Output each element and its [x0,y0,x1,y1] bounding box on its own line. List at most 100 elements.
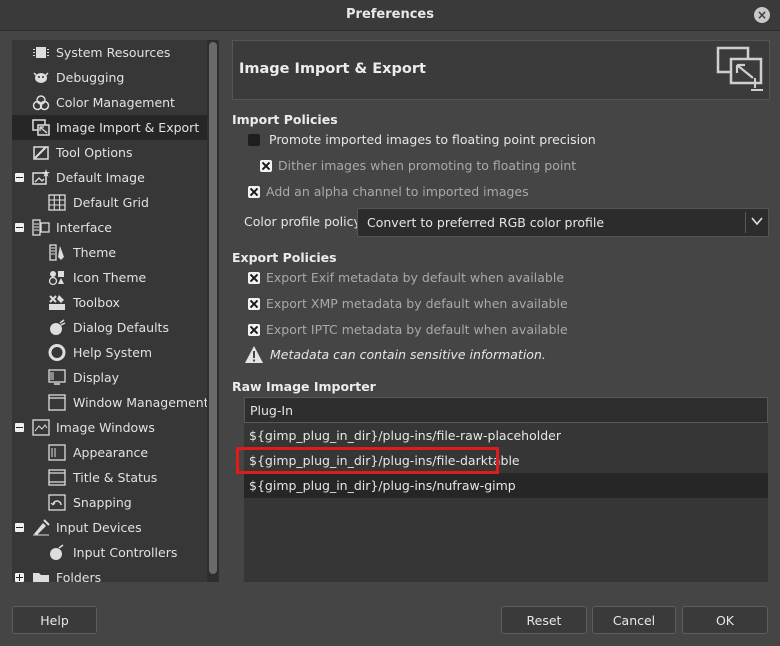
promote-float-checkbox[interactable] [248,134,260,146]
close-icon[interactable]: × [754,7,770,23]
raw-importer-title: Raw Image Importer [232,379,376,394]
sidebar-item-debugging[interactable]: Debugging [12,65,207,90]
import-export-icon [716,46,763,91]
expand-icon[interactable] [15,573,24,582]
sidebar-item-default-image[interactable]: Default Image [12,165,207,190]
export-xmp-checkbox[interactable] [248,298,260,310]
import-export-icon [32,119,50,136]
sidebar-item-interface[interactable]: Interface [12,215,207,240]
sidebar-item-system-resources[interactable]: System Resources [12,40,207,65]
sidebar-item-default-grid[interactable]: Default Grid [12,190,207,215]
sidebar-item-label: Image Windows [56,420,155,435]
export-iptc-label: Export IPTC metadata by default when ava… [266,322,568,337]
color-circles-icon [32,95,50,111]
sidebar-item-label: Toolbox [73,295,120,310]
sidebar-item-theme[interactable]: Theme [12,240,207,265]
sidebar-item-label: System Resources [56,45,171,60]
sidebar-item-input-devices[interactable]: Input Devices [12,515,207,540]
promote-float-label: Promote imported images to floating poin… [269,132,596,147]
sidebar-item-image-import-export[interactable]: Image Import & Export [12,115,207,140]
help-button[interactable]: Help [12,606,97,634]
list-item[interactable]: ${gimp_plug_in_dir}/plug-ins/file-raw-pl… [244,423,768,448]
sidebar-item-label: Input Controllers [73,545,178,560]
sidebar-item-image-windows[interactable]: Image Windows [12,415,207,440]
collapse-icon[interactable] [15,173,24,182]
page-title: Image Import & Export [239,61,426,77]
sidebar-item-label: Color Management [56,95,175,110]
sidebar-item-toolbox[interactable]: Toolbox [12,290,207,315]
sidebar-item-label: Default Grid [73,195,149,210]
list-item[interactable]: ${gimp_plug_in_dir}/plug-ins/nufraw-gimp [244,473,768,498]
theme-icon [49,244,64,261]
sidebar-item-label: Appearance [73,445,149,460]
title-status-icon [48,469,66,486]
sidebar-item-label: Icon Theme [73,270,147,285]
sidebar-scrollbar[interactable] [207,40,219,582]
appearance-icon [48,444,66,461]
window-management-icon [48,394,66,411]
input-controllers-icon [50,544,64,560]
dialog-defaults-icon [50,319,66,335]
collapse-icon[interactable] [15,223,24,232]
bug-icon [33,72,49,83]
plugin-column-header[interactable]: Plug-In [244,397,768,423]
sidebar-item-label: Tool Options [56,145,133,160]
chevron-down-icon[interactable] [750,214,764,228]
alpha-channel-checkbox[interactable] [248,186,260,198]
toolbox-icon [49,295,65,310]
export-iptc-checkbox[interactable] [248,324,260,336]
collapse-icon[interactable] [15,523,24,532]
color-profile-policy-select[interactable]: Convert to preferred RGB color profile [357,208,769,237]
tool-options-icon [33,146,49,160]
ok-button[interactable]: OK [682,606,768,634]
sidebar-item-window-management[interactable]: Window Management [12,390,207,415]
sidebar-item-folders[interactable]: Folders [12,565,207,582]
metadata-warning-text: Metadata can contain sensitive informati… [270,347,546,362]
window-title: Preferences [346,7,434,22]
sidebar-item-help-system[interactable]: Help System [12,340,207,365]
warning-icon [245,346,263,363]
folders-icon [33,573,49,582]
sidebar-item-label: Image Import & Export [56,120,200,135]
sidebar-item-title-status[interactable]: Title & Status [12,465,207,490]
dither-checkbox [260,160,272,172]
sidebar-item-input-controllers[interactable]: Input Controllers [12,540,207,565]
help-lifebuoy-icon [48,344,66,361]
page-header: Image Import & Export [232,40,770,100]
input-devices-icon [33,519,50,536]
sidebar-item-appearance[interactable]: Appearance [12,440,207,465]
export-policies-title: Export Policies [232,250,337,265]
sidebar-item-label: Interface [56,220,112,235]
reset-button[interactable]: Reset [501,606,587,634]
import-policies-title: Import Policies [232,112,338,127]
interface-icon [32,219,50,236]
sidebar-item-label: Dialog Defaults [73,320,169,335]
image-windows-icon [32,419,50,436]
sidebar-item-snapping[interactable]: Snapping [12,490,207,515]
sidebar-item-label: Debugging [56,70,125,85]
sidebar-item-label: Window Management [73,395,207,410]
preferences-category-tree[interactable]: System Resources Debugging Color Managem… [12,40,207,582]
alpha-channel-label: Add an alpha channel to imported images [266,184,529,199]
sidebar-item-icon-theme[interactable]: Icon Theme [12,265,207,290]
raw-importer-list[interactable]: Plug-In ${gimp_plug_in_dir}/plug-ins/fil… [244,397,768,582]
export-xmp-label: Export XMP metadata by default when avai… [266,296,568,311]
export-exif-checkbox[interactable] [248,272,260,284]
cancel-button[interactable]: Cancel [592,606,676,634]
scrollbar-thumb[interactable] [209,42,217,574]
sidebar-item-label: Snapping [73,495,132,510]
sidebar-item-display[interactable]: Display [12,365,207,390]
window-titlebar: Preferences × [0,0,780,31]
dither-label: Dither images when promoting to floating… [278,158,577,173]
chip-icon [33,47,49,58]
sidebar-item-color-management[interactable]: Color Management [12,90,207,115]
sidebar-item-label: Title & Status [73,470,158,485]
color-profile-policy-value: Convert to preferred RGB color profile [367,215,605,230]
list-item[interactable]: ${gimp_plug_in_dir}/plug-ins/file-darkta… [244,448,768,473]
snapping-icon [48,494,66,511]
collapse-icon[interactable] [15,423,24,432]
sidebar-item-tool-options[interactable]: Tool Options [12,140,207,165]
sidebar-item-label: Help System [73,345,153,360]
sidebar-item-dialog-defaults[interactable]: Dialog Defaults [12,315,207,340]
display-icon [48,369,66,385]
